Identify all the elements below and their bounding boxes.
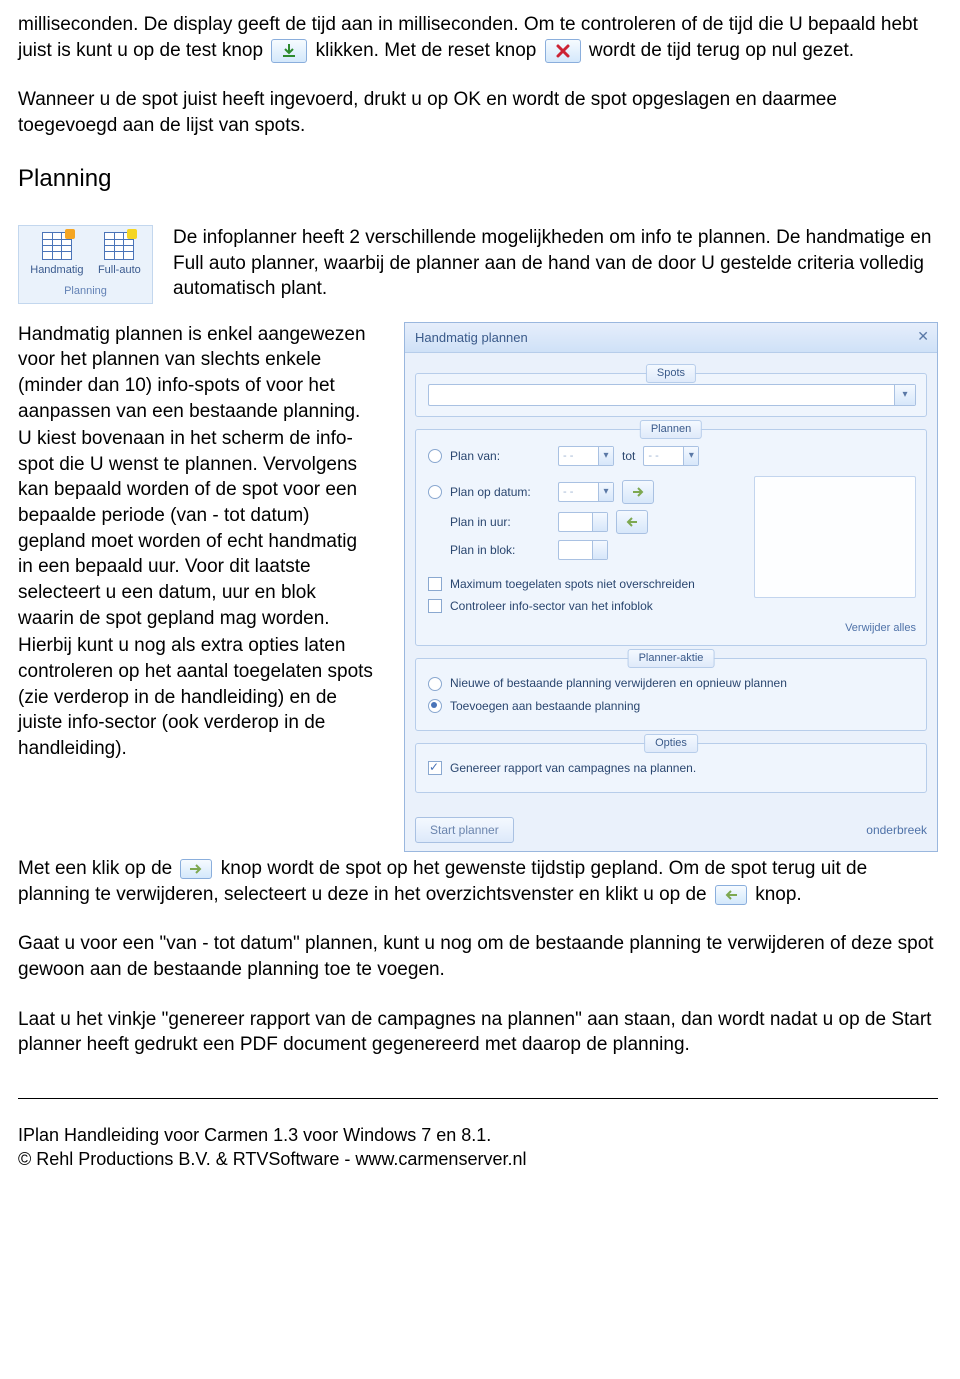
plan-in-blok-label: Plan in blok: [450,542,550,558]
tot-label: tot [622,448,635,464]
nieuwe-planning-label: Nieuwe of bestaande planning verwijderen… [450,675,787,691]
plan-op-datum-label: Plan op datum: [450,484,550,500]
ribbon-group-caption: Planning [23,284,148,299]
plannen-legend: Plannen [640,420,702,439]
plan-op-datum-field[interactable]: - -▾ [558,482,614,502]
calendar-gear-icon [104,232,134,260]
plan-van-label: Plan van: [450,448,550,464]
opties-fieldset: Opties Genereer rapport van campagnes na… [415,743,927,793]
dialog-title: Handmatig plannen [415,330,528,345]
plan-in-blok-spinner[interactable] [558,540,608,560]
footer-line-2: © Rehl Productions B.V. & RTVSoftware - … [18,1147,938,1171]
spots-fieldset: Spots ▾ [415,373,927,417]
toevoegen-planning-radio[interactable] [428,699,442,713]
handmatig-plannen-dialog: Handmatig plannen ✕ Spots ▾ Plannen Plan… [404,322,938,853]
fullauto-ribbon-button[interactable]: Full-auto [98,232,141,278]
left-para-2: U kiest bovenaan in het scherm de info-s… [18,426,376,631]
plannen-fieldset: Plannen Plan van: - -▾ tot - -▾ Plan op … [415,429,927,646]
after1c-text: knop. [755,884,801,905]
handmatig-ribbon-button[interactable]: Handmatig [30,232,83,278]
p1c-text: wordt de tijd terug op nul gezet. [589,40,854,61]
footer-line-1: IPlan Handleiding voor Carmen 1.3 voor W… [18,1123,938,1147]
start-planner-button[interactable]: Start planner [415,817,514,843]
calendar-pencil-icon [42,232,72,260]
nieuwe-planning-radio[interactable] [428,677,442,691]
spots-select[interactable]: ▾ [428,384,916,406]
planning-list-area[interactable] [754,476,916,598]
info-sector-label: Controleer info-sector van het infoblok [450,598,653,614]
plan-van-to-date[interactable]: - -▾ [643,446,699,466]
plan-op-datum-radio[interactable] [428,485,442,499]
opties-legend: Opties [644,734,698,753]
spots-legend: Spots [646,364,696,383]
close-icon[interactable]: ✕ [917,327,929,346]
p1b-text: klikken. Met de reset knop [316,40,537,61]
schedule-forward-button[interactable] [622,480,654,504]
left-para-1: Handmatig plannen is enkel aangewezen vo… [18,322,376,425]
reset-button-icon[interactable] [545,39,581,63]
after1a-text: Met een klik op de [18,858,172,879]
plan-in-uur-spinner[interactable] [558,512,608,532]
plan-van-from-date[interactable]: - -▾ [558,446,614,466]
fullauto-label: Full-auto [98,263,141,278]
planner-aktie-legend: Planner-aktie [628,649,715,668]
rapport-label: Genereer rapport van campagnes na planne… [450,760,696,776]
dialog-titlebar: Handmatig plannen ✕ [405,323,937,354]
save-paragraph: Wanneer u de spot juist heeft ingevoerd,… [18,87,938,138]
info-sector-checkbox[interactable] [428,599,442,613]
planning-heading: Planning [18,163,938,195]
schedule-back-button[interactable] [616,510,648,534]
toevoegen-planning-label: Toevoegen aan bestaande planning [450,698,640,714]
rapport-checkbox[interactable] [428,761,442,775]
chevron-down-icon: ▾ [894,385,915,405]
intro-paragraph: milliseconden. De display geeft de tijd … [18,12,938,63]
left-para-3: Hierbij kunt u nog als extra opties late… [18,633,376,761]
after-paragraph-1: Met een klik op de knop wordt de spot op… [18,856,938,907]
test-button-icon[interactable] [271,39,307,63]
footer-divider [18,1098,938,1099]
plan-van-radio[interactable] [428,449,442,463]
planning-intro-text: De infoplanner heeft 2 verschillende mog… [173,225,938,302]
after-paragraph-3: Laat u het vinkje "genereer rapport van … [18,1007,938,1058]
handmatig-label: Handmatig [30,263,83,278]
schedule-back-inline-icon[interactable] [715,885,747,905]
after-paragraph-2: Gaat u voor een "van - tot datum" planne… [18,931,938,982]
verwijder-alles-link[interactable]: Verwijder alles [428,621,916,636]
plan-in-uur-label: Plan in uur: [450,514,550,530]
max-spots-checkbox[interactable] [428,577,442,591]
max-spots-label: Maximum toegelaten spots niet overschrei… [450,576,695,592]
onderbreek-link[interactable]: onderbreek [866,822,927,838]
schedule-forward-inline-icon[interactable] [180,859,212,879]
planner-aktie-fieldset: Planner-aktie Nieuwe of bestaande planni… [415,658,927,730]
planning-ribbon-group: Handmatig Full-auto Planning [18,225,153,304]
